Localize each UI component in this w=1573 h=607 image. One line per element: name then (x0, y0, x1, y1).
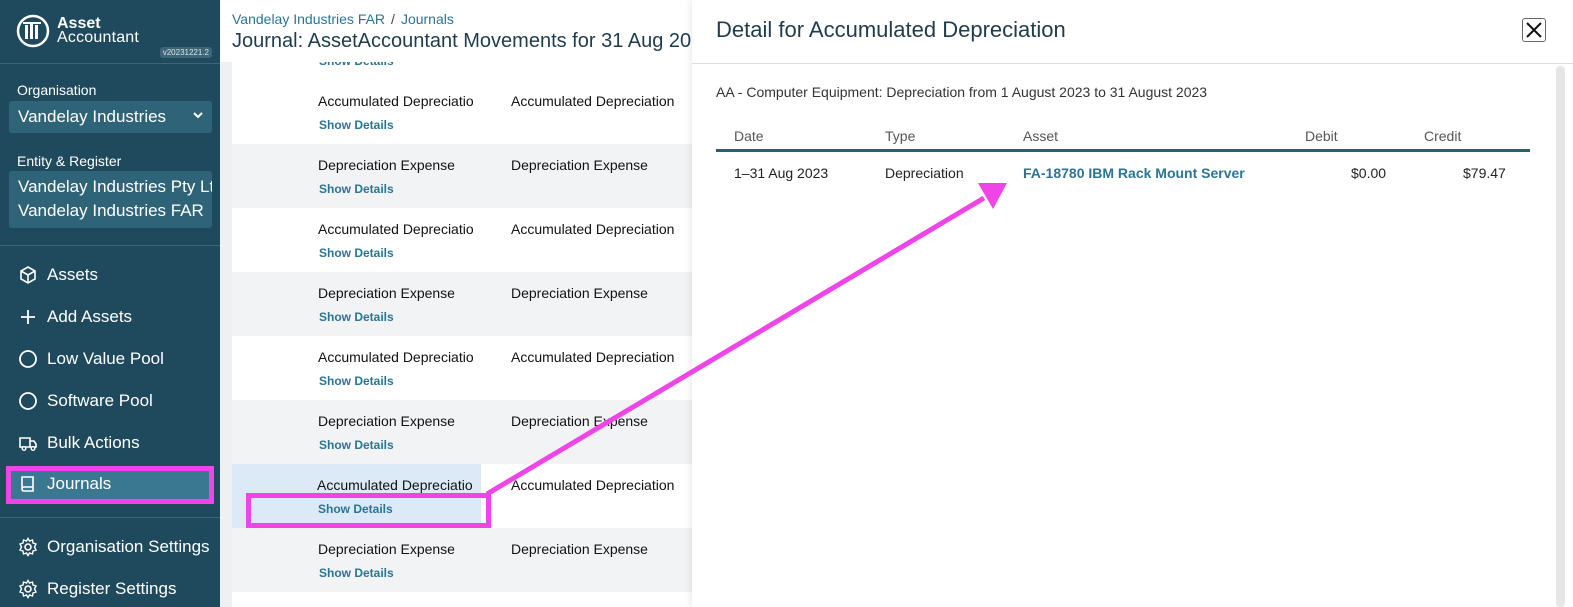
logo[interactable]: Asset Accountant v20231221.2 (16, 14, 212, 60)
description-cell: Depreciation Expense (511, 413, 648, 429)
table-row: Accumulated Depreciation Accumulated Dep… (232, 208, 692, 272)
highlight-journals-box (6, 466, 214, 504)
show-details-link[interactable]: Show Details (319, 182, 394, 196)
circle-icon (19, 350, 37, 368)
entity-register-label: Entity & Register (17, 153, 122, 169)
sidebar-item-label: Add Assets (47, 307, 133, 326)
drawer-divider (692, 63, 1573, 64)
breadcrumb-separator: / (391, 11, 395, 27)
column-header-date[interactable]: Date (734, 128, 764, 144)
page-title: Journal: AssetAccountant Movements for 3… (232, 30, 692, 52)
organisation-select[interactable]: Vandelay Industries (9, 101, 212, 133)
show-details-link[interactable]: Show Details (319, 374, 394, 388)
description-cell: Depreciation Expense (511, 157, 648, 173)
account-cell: Accumulated Depreciation (317, 477, 473, 493)
organisation-label: Organisation (17, 82, 97, 98)
sidebar-item-label: Assets (47, 265, 99, 284)
account-cell: Accumulated Depreciation (318, 349, 474, 365)
table-row: Accumulated Depreciation Accumulated Dep… (232, 80, 692, 144)
description-cell: Accumulated Depreciation (511, 221, 675, 237)
description-cell: Accumulated Depreciation (511, 93, 675, 109)
show-details-link[interactable]: Show Details (319, 118, 394, 132)
breadcrumb: Vandelay Industries FAR / Journals (232, 11, 454, 27)
gear-icon (19, 537, 37, 557)
detail-description: AA - Computer Equipment: Depreciation fr… (716, 84, 1208, 100)
logo-word-accountant: Accountant (57, 29, 140, 46)
highlight-show-details-box (246, 493, 491, 528)
account-cell: Depreciation Expense (318, 157, 455, 173)
drawer-title: Detail for Accumulated Depreciation (716, 17, 1066, 42)
asset-link[interactable]: FA-18780 IBM Rack Mount Server (1023, 165, 1245, 181)
sidebar-item-label: Register Settings (47, 579, 177, 598)
show-details-link[interactable]: Show Details (319, 246, 394, 260)
account-cell: Depreciation Expense (318, 285, 455, 301)
column-header-type[interactable]: Type (885, 128, 915, 144)
show-details-link[interactable]: Show Details (319, 310, 394, 324)
plus-icon (21, 310, 35, 324)
detail-drawer: Detail for Accumulated Depreciation AA -… (692, 0, 1573, 607)
organisation-value: Vandelay Industries (18, 107, 167, 126)
sidebar-item-add-assets[interactable]: Add Assets (0, 300, 220, 334)
breadcrumb-link-journals[interactable]: Journals (401, 11, 454, 27)
close-icon (1526, 22, 1542, 38)
drawer-scrollbar[interactable] (1556, 66, 1565, 607)
page-header: Vandelay Industries FAR / Journals Journal… (220, 0, 692, 62)
sidebar-item-label: Software Pool (47, 391, 153, 410)
account-cell: Depreciation Expense (318, 541, 455, 557)
table-row: Accumulated Depreciation Accumulated Dep… (232, 336, 692, 400)
circle-icon (19, 392, 37, 410)
sidebar-item-software-pool[interactable]: Software Pool (0, 384, 220, 418)
sidebar-item-bulk-actions[interactable]: Bulk Actions (0, 426, 220, 460)
version-badge: v20231221.2 (159, 47, 212, 58)
column-header-debit[interactable]: Debit (1305, 128, 1338, 144)
table-header-rule (716, 149, 1530, 152)
chevron-down-icon (193, 112, 203, 119)
description-cell: Accumulated Depreciation (511, 349, 675, 365)
entity-name: Vandelay Industries Pty Ltd (18, 177, 212, 196)
description-cell: Depreciation Expense (511, 285, 648, 301)
sidebar-item-label: Bulk Actions (47, 433, 140, 452)
account-cell: Accumulated Depreciation (318, 93, 474, 109)
register-name: Vandelay Industries FAR (18, 201, 204, 220)
sidebar-divider (0, 517, 220, 518)
sidebar: Asset Accountant v20231221.2 Organisatio… (0, 0, 220, 607)
table-row: Depreciation Expense Depreciation Expens… (232, 144, 692, 208)
gear-icon (19, 579, 37, 599)
truck-icon (19, 437, 37, 451)
entity-register-select[interactable]: Vandelay Industries Pty Ltd Vandelay Ind… (9, 171, 212, 228)
account-cell: Accumulated Depreciation (318, 221, 474, 237)
table-row: Depreciation Expense Depreciation Expens… (232, 400, 692, 464)
detail-date-cell: 1–31 Aug 2023 (734, 165, 829, 181)
sidebar-item-assets[interactable]: Assets (0, 258, 220, 292)
detail-type-cell: Depreciation (885, 165, 964, 181)
sidebar-item-label: Low Value Pool (47, 349, 164, 368)
column-header-asset[interactable]: Asset (1023, 128, 1058, 144)
detail-credit-cell: $79.47 (1463, 165, 1506, 181)
show-details-link[interactable]: Show Details (319, 438, 394, 452)
description-cell: Depreciation Expense (511, 541, 648, 557)
column-header-credit[interactable]: Credit (1424, 128, 1461, 144)
sidebar-divider (0, 245, 220, 246)
description-cell: Accumulated Depreciation (511, 477, 675, 493)
table-row: Depreciation Expense Depreciation Expens… (232, 272, 692, 336)
show-details-link[interactable]: Show Details (319, 566, 394, 580)
account-cell: Depreciation Expense (318, 413, 455, 429)
sidebar-item-organisation-settings[interactable]: Organisation Settings (0, 530, 220, 564)
detail-debit-cell: $0.00 (1351, 165, 1387, 181)
asset-accountant-logo-icon (16, 14, 50, 48)
sidebar-divider (0, 63, 220, 64)
close-button[interactable] (1522, 18, 1546, 42)
table-row: Depreciation Expense Depreciation Expens… (232, 528, 692, 592)
breadcrumb-link-register[interactable]: Vandelay Industries FAR (232, 11, 385, 27)
sidebar-item-register-settings[interactable]: Register Settings (0, 572, 220, 606)
sidebar-item-label: Organisation Settings (47, 537, 210, 556)
cube-icon (20, 266, 36, 284)
sidebar-item-low-value-pool[interactable]: Low Value Pool (0, 342, 220, 376)
